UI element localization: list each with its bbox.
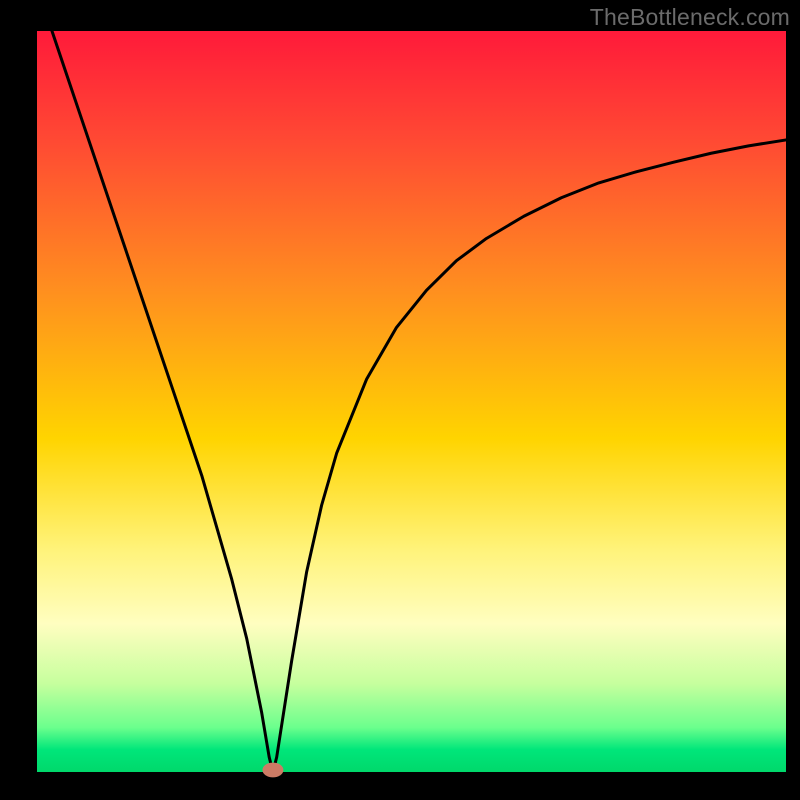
chart-svg	[0, 0, 800, 800]
watermark-text: TheBottleneck.com	[590, 4, 790, 31]
chart-container: TheBottleneck.com	[0, 0, 800, 800]
plot-area	[37, 31, 786, 772]
marker-dot	[262, 763, 283, 778]
